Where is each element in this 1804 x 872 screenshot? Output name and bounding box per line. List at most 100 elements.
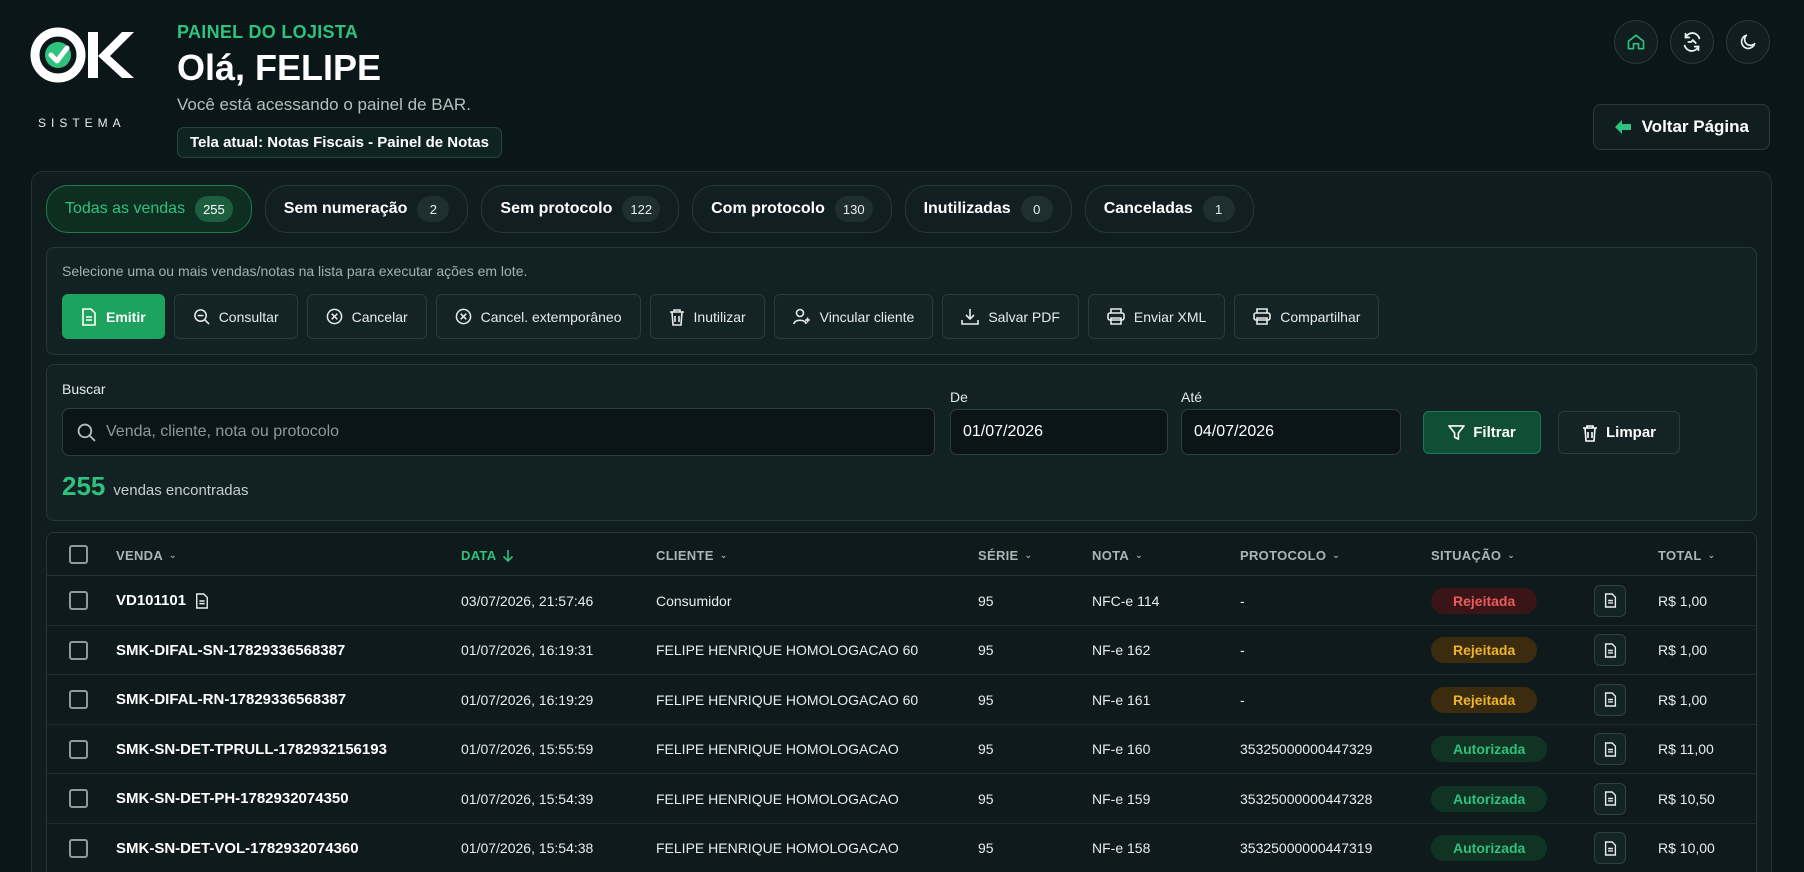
header-subtitle: Você está acessando o painel de BAR. [177, 95, 471, 114]
trash-icon [669, 308, 684, 326]
date-to-label: Até [1181, 389, 1203, 405]
cell-nota: NF-e 161 [1092, 691, 1151, 708]
document-icon [82, 307, 96, 326]
moon-icon [1740, 34, 1756, 50]
tab-inutilizadas[interactable]: Inutilizadas 0 [904, 185, 1072, 233]
col-data[interactable]: DATA [461, 548, 514, 563]
download-icon [961, 308, 980, 325]
cell-cliente: FELIPE HENRIQUE HOMOLOGACAO 60 [656, 642, 919, 658]
table-row[interactable]: SMK-SN-DET-TPRULL-1782932156193 01/07/20… [47, 725, 1756, 774]
row-checkbox[interactable] [69, 789, 88, 808]
vincular-cliente-button[interactable]: Vincular cliente [773, 294, 934, 339]
date-to-field[interactable] [1181, 409, 1401, 455]
col-situacao-label: SITUAÇÃO [1431, 548, 1502, 563]
cancel-circle-icon [455, 308, 471, 325]
col-situacao[interactable]: SITUAÇÃO ⌄ [1431, 548, 1515, 563]
tab-count: 1 [1202, 196, 1235, 222]
enviar-xml-button[interactable]: Enviar XML [1087, 294, 1226, 339]
batch-hint: Selecione uma ou mais vendas/notas na li… [62, 263, 528, 279]
table-row[interactable]: SMK-DIFAL-RN-17829336568387 01/07/2026, … [47, 675, 1756, 725]
filter-button[interactable]: Filtrar [1423, 411, 1541, 454]
col-total[interactable]: TOTAL ⌄ [1658, 548, 1715, 563]
chevron-down-icon: ⌄ [1135, 550, 1143, 560]
view-document-button[interactable] [1594, 683, 1626, 716]
cancelar-button[interactable]: Cancelar [306, 294, 427, 339]
status-badge: Autorizada [1431, 736, 1548, 762]
venda-id: VD101101 [116, 592, 187, 609]
cell-doc-action [1594, 725, 1626, 774]
table-row[interactable]: SMK-DIFAL-SN-17829336568387 01/07/2026, … [47, 626, 1756, 675]
cell-situacao: Autorizada [1431, 774, 1548, 823]
home-button[interactable] [1614, 20, 1658, 64]
header-eyebrow: PAINEL DO LOJISTA [177, 22, 359, 42]
user-link-icon [792, 308, 810, 324]
tab-canceladas[interactable]: Canceladas 1 [1084, 185, 1254, 233]
action-label: Enviar XML [1133, 308, 1207, 325]
row-checkbox[interactable] [69, 591, 88, 610]
col-nota-label: NOTA [1092, 548, 1130, 563]
row-checkbox[interactable] [69, 739, 88, 759]
cell-serie: 95 [978, 790, 994, 807]
col-protocolo[interactable]: PROTOCOLO ⌄ [1240, 548, 1340, 563]
action-label: Vincular cliente [819, 308, 915, 325]
clear-button-label: Limpar [1605, 424, 1656, 441]
row-checkbox[interactable] [69, 690, 88, 709]
col-serie[interactable]: SÉRIE ⌄ [978, 548, 1032, 563]
document-icon [1604, 642, 1616, 658]
search-input[interactable] [106, 423, 920, 441]
cell-total: R$ 10,50 [1658, 790, 1715, 807]
cell-total: R$ 11,00 [1658, 741, 1714, 757]
cell-cliente: FELIPE HENRIQUE HOMOLOGACAO 60 [656, 691, 919, 708]
col-data-label: DATA [461, 548, 497, 563]
compartilhar-button[interactable]: Compartilhar [1234, 294, 1380, 339]
col-nota[interactable]: NOTA ⌄ [1092, 548, 1143, 563]
sync-icon [1683, 32, 1701, 52]
tab-label: Com protocolo [711, 200, 825, 217]
status-badge: Rejeitada [1431, 686, 1538, 713]
logo-mark [30, 26, 138, 84]
cell-nota: NF-e 158 [1092, 840, 1151, 856]
select-all-checkbox[interactable] [69, 545, 88, 564]
cell-serie: 95 [978, 592, 994, 609]
emitir-button[interactable]: Emitir [62, 294, 165, 339]
date-from-field[interactable] [950, 409, 1170, 455]
tab-label: Canceladas [1103, 200, 1193, 217]
col-venda-label: VENDA [116, 548, 164, 563]
clear-button[interactable]: Limpar [1558, 411, 1680, 454]
view-document-button[interactable] [1594, 832, 1626, 864]
table-row[interactable]: SMK-SN-DET-VOL-1782932074360 01/07/2026,… [47, 824, 1756, 872]
inutilizar-button[interactable]: Inutilizar [649, 294, 765, 339]
row-checkbox[interactable] [69, 640, 88, 660]
status-badge: Rejeitada [1431, 587, 1538, 614]
date-from-input[interactable] [963, 423, 1170, 441]
tab-com-protocolo[interactable]: Com protocolo 130 [692, 185, 892, 233]
table-row[interactable]: VD101101 03/07/2026, 21:57:46 Consumidor… [47, 576, 1756, 626]
cell-situacao: Autorizada [1431, 824, 1548, 872]
salvar-pdf-button[interactable]: Salvar PDF [942, 294, 1079, 339]
cell-data: 01/07/2026, 15:54:38 [461, 840, 594, 856]
row-checkbox[interactable] [69, 838, 88, 858]
view-document-button[interactable] [1594, 634, 1626, 666]
tab-todas-vendas[interactable]: Todas as vendas 255 [46, 185, 252, 233]
cell-cliente: Consumidor [656, 592, 732, 609]
sync-button[interactable] [1670, 20, 1714, 64]
action-label: Emitir [106, 308, 146, 325]
search-field[interactable] [62, 408, 935, 456]
view-document-button[interactable] [1594, 733, 1626, 765]
tab-sem-numeracao[interactable]: Sem numeração 2 [264, 185, 469, 233]
back-button[interactable]: Voltar Página [1592, 104, 1770, 150]
table-row[interactable]: SMK-SN-DET-PH-1782932074350 01/07/2026, … [47, 774, 1756, 824]
cancel-extemporaneo-button[interactable]: Cancel. extemporâneo [435, 294, 641, 339]
col-venda[interactable]: VENDA ⌄ [116, 548, 177, 563]
consultar-button[interactable]: Consultar [173, 294, 298, 339]
filter-button-label: Filtrar [1473, 424, 1516, 441]
document-icon[interactable] [195, 592, 209, 609]
cell-total: R$ 1,00 [1658, 642, 1708, 658]
view-document-button[interactable] [1594, 584, 1626, 617]
date-to-input[interactable] [1194, 423, 1401, 441]
col-cliente[interactable]: CLIENTE ⌄ [656, 548, 728, 563]
tab-sem-protocolo[interactable]: Sem protocolo 122 [481, 185, 680, 233]
view-document-button[interactable] [1594, 782, 1626, 815]
theme-toggle-button[interactable] [1726, 20, 1770, 64]
col-serie-label: SÉRIE [978, 548, 1019, 563]
